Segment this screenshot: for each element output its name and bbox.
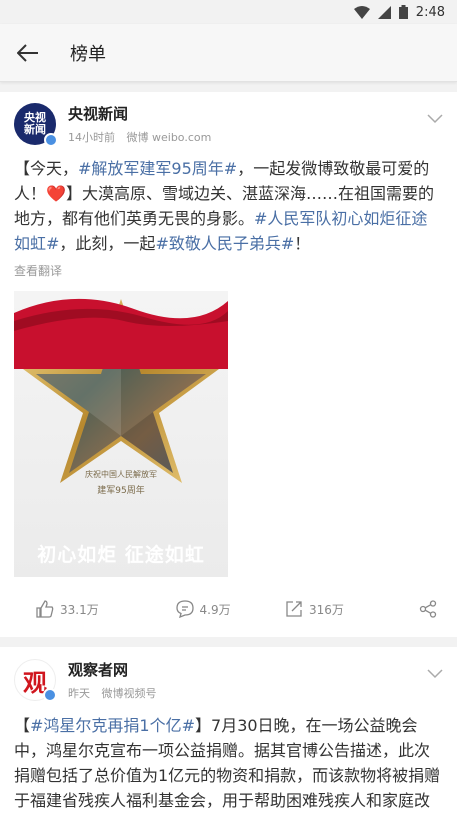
avatar-text: 央视新闻 <box>24 111 46 136</box>
wifi-icon <box>353 5 370 19</box>
post-meta: 观察者网 昨天 微博视频号 <box>68 659 157 701</box>
text-seg: ！ <box>294 234 311 253</box>
post-header: 观 观察者网 昨天 微博视频号 <box>14 647 443 713</box>
poster-caption-2: 建军95周年 <box>97 486 145 496</box>
username[interactable]: 观察者网 <box>68 659 157 680</box>
repost-count: 316万 <box>309 602 344 617</box>
like-button[interactable]: 33.1万 <box>14 600 147 618</box>
repost-icon <box>286 601 302 617</box>
post-source: 微博视频号 <box>101 687 157 700</box>
hashtag-link[interactable]: #鸿星尔克再捐1个亿# <box>30 716 195 735</box>
post-card[interactable]: 观 观察者网 昨天 微博视频号 【#鸿星尔克再捐1个亿#】7月30日晚，在一场公… <box>0 647 457 814</box>
status-time: 2:48 <box>415 4 445 20</box>
avatar[interactable]: 观 <box>14 659 57 702</box>
chevron-down-icon[interactable] <box>427 669 443 679</box>
post-image[interactable]: 庆祝中国人民解放军 建军95周年 初心如炬 征途如虹 <box>14 291 228 577</box>
signal-icon <box>377 5 391 19</box>
repost-button[interactable]: 316万 <box>259 600 370 618</box>
back-button[interactable] <box>0 24 56 82</box>
comment-count: 4.9万 <box>199 602 231 617</box>
post-time: 昨天 <box>68 687 90 700</box>
text-seg: ，此刻，一起 <box>59 234 156 253</box>
hashtag-link[interactable]: #解放军建军95周年# <box>78 159 237 178</box>
hashtag-link[interactable]: #致敬人民子弟兵# <box>155 234 294 253</box>
poster-caption-1: 庆祝中国人民解放军 <box>85 470 157 479</box>
share-button[interactable] <box>370 600 443 618</box>
share-icon <box>419 600 437 618</box>
page-title: 榜单 <box>70 43 106 65</box>
status-bar: 2:48 <box>0 0 457 24</box>
top-bar: 榜单 <box>0 24 457 82</box>
post-source: 微博 weibo.com <box>126 131 212 144</box>
post-header: 央视新闻 央视新闻 14小时前 微博 weibo.com <box>14 92 443 156</box>
verified-badge-icon <box>43 688 57 702</box>
battery-icon <box>398 5 408 19</box>
post-text: 【#鸿星尔克再捐1个亿#】7月30日晚，在一场公益晚会中，鸿星尔克宣布一项公益捐… <box>14 713 443 814</box>
post-subline: 14小时前 微博 weibo.com <box>68 129 211 145</box>
post-meta: 央视新闻 14小时前 微博 weibo.com <box>68 103 211 145</box>
like-count: 33.1万 <box>60 602 99 617</box>
post-text: 【今天，#解放军建军95周年#，一起发微博致敬最可爱的人！❤️】大漠高原、雪域边… <box>14 156 443 256</box>
thumbs-up-icon <box>36 600 54 618</box>
username[interactable]: 央视新闻 <box>68 103 211 124</box>
post-time: 14小时前 <box>68 131 115 144</box>
post-subline: 昨天 微博视频号 <box>68 685 157 701</box>
text-seg: 【今天， <box>14 159 79 178</box>
text-seg: 【 <box>14 716 31 735</box>
post-card[interactable]: 央视新闻 央视新闻 14小时前 微博 weibo.com 【今天，#解放军建军9… <box>0 92 457 637</box>
back-arrow-icon <box>17 43 38 62</box>
translate-link[interactable]: 查看翻译 <box>14 262 443 279</box>
chevron-down-icon[interactable] <box>427 114 443 124</box>
heart-emoji: ❤️ <box>46 184 66 203</box>
verified-badge-icon <box>44 133 58 147</box>
avatar[interactable]: 央视新闻 <box>14 103 58 147</box>
comment-icon <box>175 600 194 618</box>
feed-list: 央视新闻 央视新闻 14小时前 微博 weibo.com 【今天，#解放军建军9… <box>0 82 457 814</box>
red-banner <box>14 298 228 369</box>
poster-slogan: 初心如炬 征途如虹 <box>37 544 205 566</box>
post-actions: 33.1万 4.9万 316万 <box>14 581 443 637</box>
comment-button[interactable]: 4.9万 <box>147 600 258 618</box>
